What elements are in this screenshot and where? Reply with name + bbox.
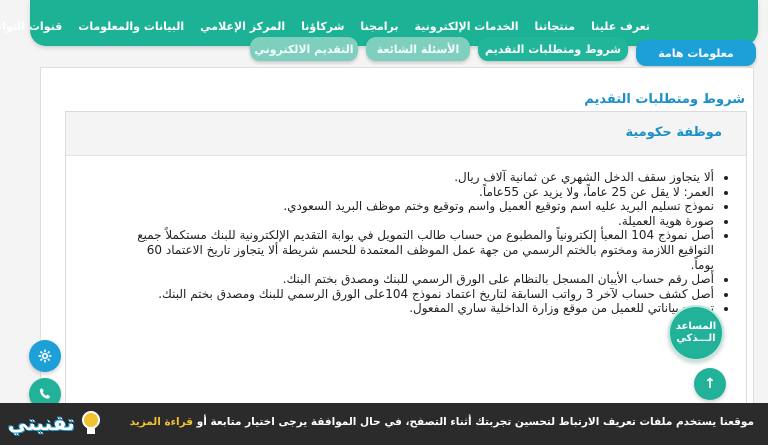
scroll-top-button[interactable]: ↑ — [694, 368, 726, 400]
list-item: أصل كشف حساب لآخر 3 رواتب السابقة لتاريخ… — [128, 287, 714, 302]
nav-item-data[interactable]: البيانات والمعلومات — [78, 20, 184, 33]
site-logo[interactable]: تقنيتي — [2, 405, 112, 443]
tab-e-apply[interactable]: التقديم الالكتروني — [250, 37, 358, 61]
list-item: تصريح بياناتي للعميل من موقع وزارة الداخ… — [128, 301, 714, 316]
assistant-label-line2: الـــذكي — [676, 333, 716, 344]
nav-item-products[interactable]: منتجاتنا — [534, 20, 575, 33]
nav-item-e-services[interactable]: الخدمات الإلكترونية — [415, 20, 519, 33]
main-panel: شروط ومتطلبات التقديم موظفة حكومية ألا ي… — [40, 67, 754, 417]
list-item: صورة هوية العميلة. — [128, 214, 714, 229]
cookie-text: موقعنا يستخدم ملفات تعريف الارتباط لتحسي… — [193, 416, 754, 428]
lightbulb-icon — [82, 411, 100, 434]
requirements-card: موظفة حكومية ألا يتجاوز سقف الدخل الشهري… — [65, 111, 747, 411]
phone-icon — [39, 388, 51, 399]
settings-button[interactable] — [29, 340, 61, 372]
assistant-label-line1: المساعد — [675, 321, 717, 332]
read-more-link[interactable]: قراءة المزيد — [130, 416, 193, 428]
card-header[interactable]: موظفة حكومية — [66, 112, 746, 156]
nav-item-contact[interactable]: قنوات التواصل — [0, 20, 62, 33]
logo-text: تقنيتي — [8, 411, 75, 435]
cookie-message: موقعنا يستخدم ملفات تعريف الارتباط لتحسي… — [130, 416, 754, 428]
card-title: موظفة حكومية — [625, 125, 722, 140]
nav-item-programs[interactable]: برامجنا — [360, 20, 398, 33]
nav-menu: تعرف علينا منتجاتنا الخدمات الإلكترونية … — [0, 20, 650, 33]
tab-important-info[interactable]: معلومات هامة — [636, 40, 756, 66]
section-title: شروط ومتطلبات التقديم — [584, 92, 745, 107]
list-item: نموذج تسليم البريد عليه اسم وتوقيع العمي… — [128, 199, 714, 214]
cookie-banner: موقعنا يستخدم ملفات تعريف الارتباط لتحسي… — [0, 403, 768, 445]
tab-faq[interactable]: الأسئلة الشائعة — [366, 37, 470, 61]
list-item: أصل رقم حساب الأيبان المسجل بالنظام على … — [128, 272, 714, 287]
tabs-row: معلومات هامة شروط ومتطلبات التقديم الأسئ… — [0, 37, 768, 67]
nav-item-partners[interactable]: شركاؤنا — [301, 20, 344, 33]
smart-assistant-button[interactable]: المساعد الـــذكي — [668, 305, 724, 361]
nav-item-media-center[interactable]: المركز الإعلامي — [200, 20, 285, 33]
list-item: أصل نموذج 104 المعبأ إلكترونياً والمطبوع… — [128, 228, 714, 272]
arrow-up-icon: ↑ — [704, 376, 716, 392]
tab-conditions[interactable]: شروط ومتطلبات التقديم — [478, 37, 628, 61]
list-item: العمر: لا يقل عن 25 عاماً، ولا يزيد عن 5… — [128, 185, 714, 200]
nav-item-about[interactable]: تعرف علينا — [591, 20, 650, 33]
gear-icon — [38, 349, 52, 363]
requirements-list: ألا يتجاوز سقف الدخل الشهري عن ثمانية آل… — [128, 170, 728, 316]
list-item: ألا يتجاوز سقف الدخل الشهري عن ثمانية آل… — [128, 170, 714, 185]
